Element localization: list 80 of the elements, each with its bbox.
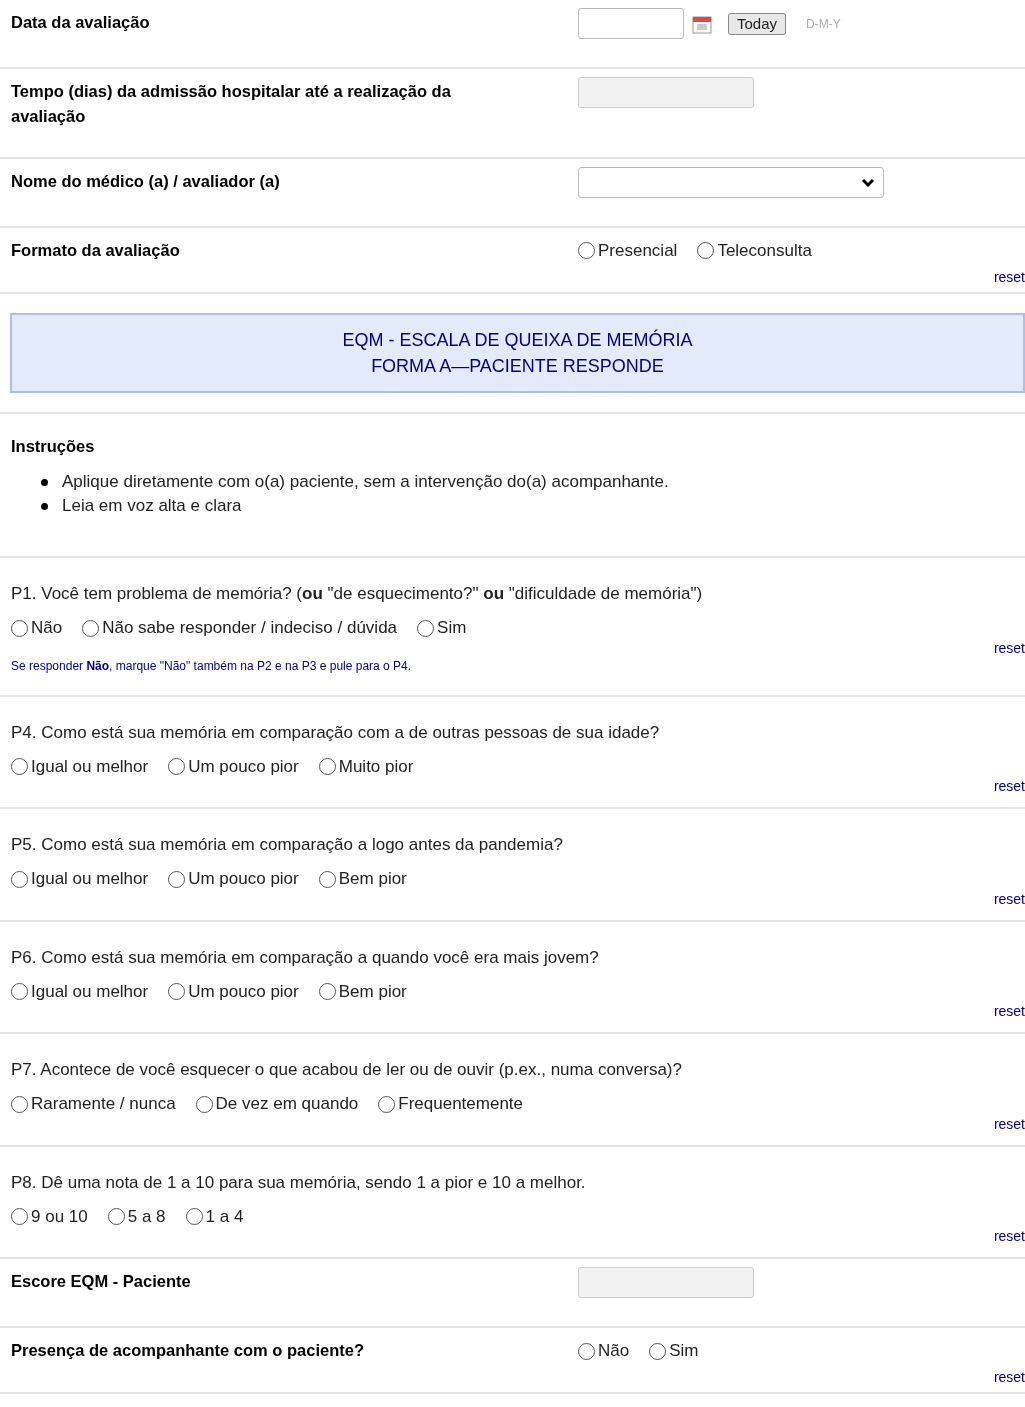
reset-link[interactable]: reset xyxy=(993,1004,1025,1019)
question-text: P7. Acontece de você esquecer o que acabou de ler ou de ouvir (p.ex., numa conversa)? xyxy=(11,1059,683,1082)
radio-button[interactable] xyxy=(11,1208,28,1225)
field-label: Nome do médico (a) / avaliador (a) xyxy=(11,172,280,190)
bullet-icon xyxy=(41,478,48,486)
field-label: Presença de acompanhante com o paciente? xyxy=(11,1341,365,1360)
option-label: Presencial xyxy=(598,240,678,262)
reset-link[interactable]: reset xyxy=(993,1116,1025,1131)
radio-button[interactable] xyxy=(82,619,100,637)
field-label: Formato da avaliação xyxy=(11,241,180,259)
option-label: Bem pior xyxy=(338,868,407,891)
instruction-text: Leia em voz alta e clara xyxy=(62,495,242,518)
radio-button[interactable] xyxy=(11,1095,28,1113)
option-label: 1 a 4 xyxy=(205,1205,244,1228)
option-label: Raramente / nunca xyxy=(31,1093,176,1116)
option-label: Muito pior xyxy=(338,755,414,778)
question-text: P4. Como está sua memória em comparação com a de outras pessoas de sua idade? xyxy=(11,721,661,744)
reset-link[interactable]: reset xyxy=(993,891,1025,906)
option-label: Um pouco pior xyxy=(188,868,299,891)
radio-button[interactable] xyxy=(168,870,186,888)
readonly-field[interactable] xyxy=(578,1267,754,1299)
field-label: Data da avaliação xyxy=(11,13,150,31)
field-label: Tempo (dias) da admissão hospitalar até a realização da avaliação xyxy=(11,82,451,125)
radio-button[interactable] xyxy=(318,870,336,888)
radio-button[interactable] xyxy=(11,758,28,775)
option-label: Um pouco pior xyxy=(188,980,299,1003)
radio-button[interactable] xyxy=(168,983,186,1000)
option-label: De vez em quando xyxy=(215,1093,359,1116)
radio-button[interactable] xyxy=(318,758,336,775)
radio-button[interactable] xyxy=(195,1095,213,1113)
option-label: Não xyxy=(31,617,63,640)
option-label: Não sabe responder / indeciso / dúvida xyxy=(102,617,398,640)
option-label: Sim xyxy=(437,617,467,640)
reset-link[interactable]: reset xyxy=(993,1369,1025,1386)
question-text: P5. Como está sua memória em comparação a logo antes da pandemia? xyxy=(11,834,564,857)
question-text: P6. Como está sua memória em comparação a quando você era mais jovem? xyxy=(11,946,600,969)
question-text: P8. Dê uma nota de 1 a 10 para sua memória, sendo 1 a pior e 10 a melhor. xyxy=(11,1171,587,1194)
chevron-down-icon xyxy=(861,177,875,188)
radio-button[interactable] xyxy=(318,983,336,1000)
date-format-hint: D-M-Y xyxy=(806,15,841,33)
radio-button[interactable] xyxy=(11,870,28,888)
option-label: Igual ou melhor xyxy=(31,868,149,891)
option-label: 5 a 8 xyxy=(127,1205,166,1228)
readonly-field[interactable] xyxy=(578,77,754,108)
header-line: EQM - ESCALA DE QUEIXA DE MEMÓRIA xyxy=(342,328,693,352)
instruction-text: Aplique diretamente com o(a) paciente, sem a intervenção do(a) acompanhante. xyxy=(62,471,669,494)
question-note: Se responder Não, marque "Não" também na P2 e na P3 e pule para o P4. xyxy=(11,657,413,675)
radio-button[interactable] xyxy=(697,242,715,260)
instructions-title: Instruções xyxy=(11,435,96,457)
radio-button[interactable] xyxy=(417,619,435,637)
radio-button[interactable] xyxy=(578,242,595,260)
radio-button[interactable] xyxy=(168,758,186,775)
radio-button[interactable] xyxy=(649,1342,667,1360)
option-label: Igual ou melhor xyxy=(31,980,149,1003)
radio-button[interactable] xyxy=(107,1208,125,1225)
option-label: Sim xyxy=(669,1340,699,1363)
field-label: Escore EQM - Paciente xyxy=(11,1272,191,1291)
option-label: Um pouco pior xyxy=(188,755,299,778)
select-field[interactable] xyxy=(578,167,884,198)
reset-link[interactable]: reset xyxy=(993,640,1025,655)
radio-button[interactable] xyxy=(11,619,28,637)
option-label: Não xyxy=(598,1340,630,1363)
radio-button[interactable] xyxy=(378,1095,396,1113)
option-label: 9 ou 10 xyxy=(31,1205,88,1228)
radio-button[interactable] xyxy=(11,983,28,1000)
today-button[interactable]: Today xyxy=(728,12,787,35)
option-label: Igual ou melhor xyxy=(31,755,149,778)
reset-link[interactable]: reset xyxy=(993,1229,1025,1244)
option-label: Teleconsulta xyxy=(717,240,812,262)
calendar-icon[interactable] xyxy=(692,13,712,34)
header-line: FORMA A—PACIENTE RESPONDE xyxy=(371,354,664,378)
date-field[interactable] xyxy=(578,8,684,39)
option-label: Frequentemente xyxy=(398,1093,524,1116)
reset-link[interactable]: reset xyxy=(993,269,1025,286)
radio-button[interactable] xyxy=(578,1342,595,1360)
radio-button[interactable] xyxy=(185,1208,203,1225)
bullet-icon xyxy=(41,502,48,510)
question-text: P1. Você tem problema de memória? (ou "de esquecimento?" ou "dificuldade de memória") xyxy=(11,583,704,606)
reset-link[interactable]: reset xyxy=(993,779,1025,794)
option-label: Bem pior xyxy=(338,980,407,1003)
